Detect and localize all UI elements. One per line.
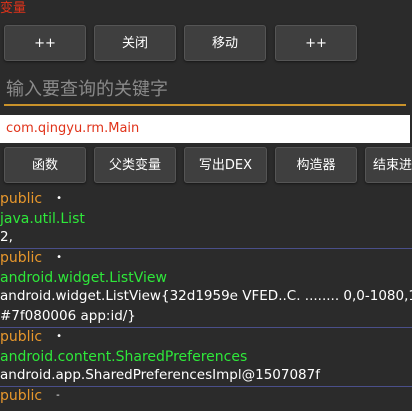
field-modifier: public • xyxy=(0,191,63,207)
end-process-button[interactable]: 结束进 xyxy=(365,147,412,183)
field-value: 2, xyxy=(0,229,13,245)
field-value: android.widget.ListView{32d1959e VFED..C… xyxy=(0,288,412,304)
field-type: android.widget.ListView xyxy=(0,270,167,286)
close-button[interactable]: 关闭 xyxy=(94,25,176,61)
expand-button-left[interactable]: ++ xyxy=(4,25,86,61)
field-item[interactable]: public • android.widget.ListView android.… xyxy=(0,249,412,328)
field-value: #7f080006 app:id/} xyxy=(0,308,136,324)
move-button[interactable]: 移动 xyxy=(184,25,266,61)
class-name-box: com.qingyu.rm.Main xyxy=(0,115,410,143)
expand-button-right[interactable]: ++ xyxy=(275,25,357,61)
methods-button[interactable]: 函数 xyxy=(4,147,86,183)
field-list: public • java.util.List 2, public • androi… xyxy=(0,190,412,407)
parent-fields-button[interactable]: 父类变量 xyxy=(94,147,176,183)
search-field[interactable] xyxy=(4,76,406,106)
field-modifier: public • xyxy=(0,250,63,266)
field-modifier: public - xyxy=(0,388,60,404)
field-item[interactable]: public • java.util.List 2, xyxy=(0,190,412,249)
field-item[interactable]: public - xyxy=(0,387,412,407)
field-item[interactable]: public • android.content.SharedPreference… xyxy=(0,328,412,387)
write-dex-button[interactable]: 写出DEX xyxy=(184,147,267,183)
field-type: java.util.List xyxy=(0,211,85,227)
field-type: android.content.SharedPreferences xyxy=(0,349,248,365)
field-modifier: public • xyxy=(0,329,63,345)
constructors-button[interactable]: 构造器 xyxy=(275,147,357,183)
field-value: android.app.SharedPreferencesImpl@150708… xyxy=(0,367,320,383)
window-title: 变量 xyxy=(0,1,27,16)
search-input[interactable] xyxy=(4,76,406,104)
